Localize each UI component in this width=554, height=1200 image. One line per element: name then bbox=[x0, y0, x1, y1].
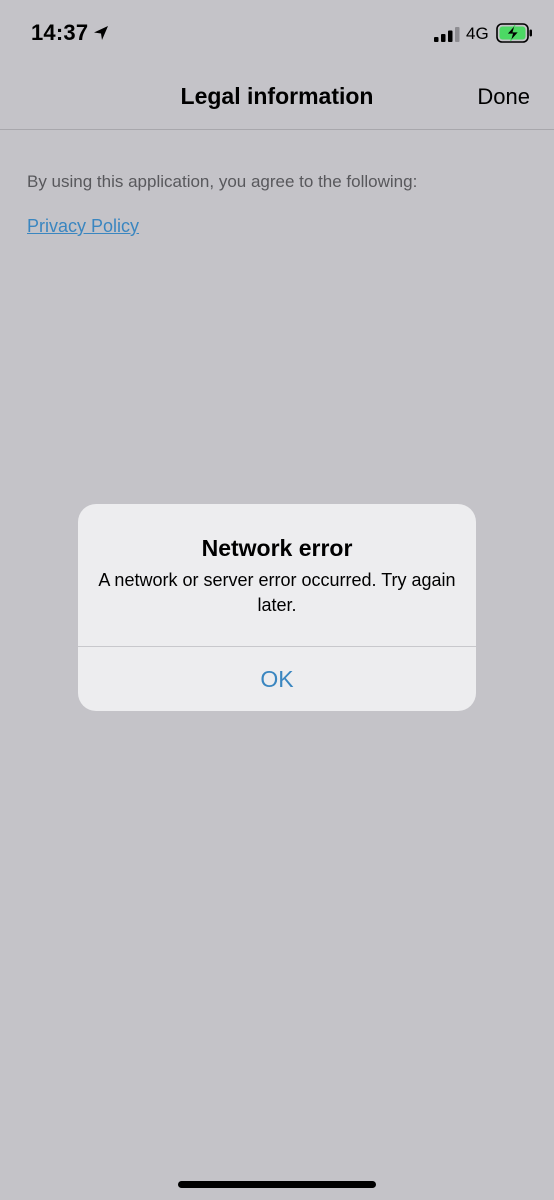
location-arrow-icon bbox=[94, 26, 108, 40]
ok-button[interactable]: OK bbox=[78, 647, 476, 711]
alert-message: A network or server error occurred. Try … bbox=[98, 570, 456, 615]
privacy-policy-link[interactable]: Privacy Policy bbox=[27, 216, 139, 237]
done-button[interactable]: Done bbox=[477, 84, 530, 110]
network-error-alert: Network error A network or server error … bbox=[78, 504, 476, 711]
navigation-bar: Legal information Done bbox=[0, 66, 554, 130]
status-time: 14:37 bbox=[31, 20, 89, 45]
battery-charging-icon bbox=[496, 23, 532, 43]
alert-title: Network error bbox=[201, 535, 353, 561]
home-indicator[interactable] bbox=[178, 1181, 376, 1188]
screen: 14:37 4G Legal information Done By using… bbox=[0, 0, 554, 1200]
page-title: Legal information bbox=[180, 83, 374, 109]
network-type-label: 4G bbox=[466, 24, 489, 43]
status-bar: 14:37 4G bbox=[0, 0, 554, 66]
signal-icon bbox=[434, 27, 460, 42]
intro-text: By using this application, you agree to … bbox=[27, 172, 418, 191]
